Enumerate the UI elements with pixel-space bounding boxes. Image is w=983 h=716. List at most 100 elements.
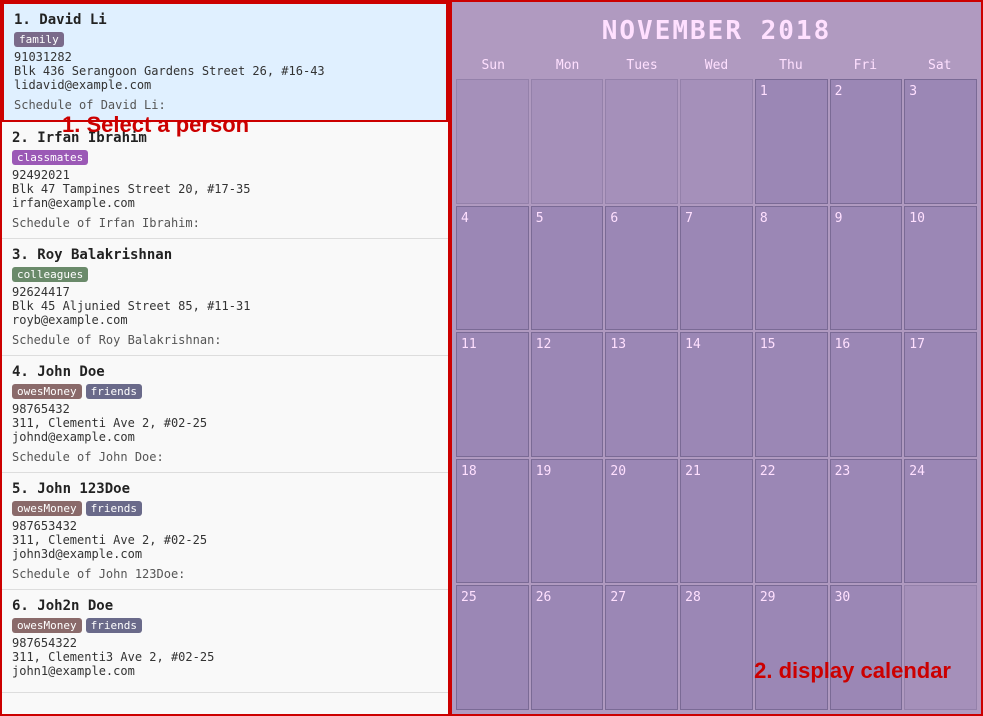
- calendar-day-9[interactable]: 9: [830, 206, 903, 331]
- calendar-day-21[interactable]: 21: [680, 459, 753, 584]
- contact-block-4[interactable]: 4. John Doe owesMoney friends 98765432311, …: [2, 356, 448, 473]
- contact-address-5: 311, Clementi Ave 2, #02-25: [12, 533, 438, 547]
- calendar-day-22[interactable]: 22: [755, 459, 828, 584]
- calendar-day-30[interactable]: 30: [830, 585, 903, 710]
- calendar-day-4[interactable]: 4: [456, 206, 529, 331]
- calendar-day-6[interactable]: 6: [605, 206, 678, 331]
- contact-block-2[interactable]: 2. Irfan Ibrahim classmates 92492021Blk 47…: [2, 122, 448, 239]
- calendar-day-27[interactable]: 27: [605, 585, 678, 710]
- contact-block-3[interactable]: 3. Roy Balakrishnan colleagues 92624417Blk…: [2, 239, 448, 356]
- contact-name-3: 3. Roy Balakrishnan: [12, 247, 438, 263]
- contact-email-2: irfan@example.com: [12, 196, 438, 210]
- calendar-day-13[interactable]: 13: [605, 332, 678, 457]
- contact-tags-3: colleagues: [12, 267, 438, 282]
- contact-email-6: john1@example.com: [12, 664, 438, 678]
- contact-email-3: royb@example.com: [12, 313, 438, 327]
- calendar-day-3[interactable]: 3: [904, 79, 977, 204]
- schedule-label-2: Schedule of Irfan Ibrahim:: [12, 216, 438, 230]
- contact-name-6: 6. Joh2n Doe: [12, 598, 438, 614]
- contact-phone-3: 92624417: [12, 285, 438, 299]
- contact-phone-4: 98765432: [12, 402, 438, 416]
- tag-family[interactable]: family: [14, 32, 64, 47]
- calendar-grid: SunMonTuesWedThuFriSat 12345678910111213…: [452, 54, 981, 714]
- weekday-Thu: Thu: [754, 54, 828, 77]
- contact-name-2: 2. Irfan Ibrahim: [12, 130, 438, 146]
- calendar-week-3: 11121314151617: [456, 332, 977, 457]
- contact-tags-1: family: [14, 32, 436, 47]
- schedule-label-5: Schedule of John 123Doe:: [12, 567, 438, 581]
- calendar-title: NOVEMBER 2018: [452, 2, 981, 54]
- calendar-day-25[interactable]: 25: [456, 585, 529, 710]
- tag-friends[interactable]: friends: [86, 501, 142, 516]
- calendar-day-11[interactable]: 11: [456, 332, 529, 457]
- tag-colleagues[interactable]: colleagues: [12, 267, 88, 282]
- calendar-day-29[interactable]: 29: [755, 585, 828, 710]
- calendar-day-19[interactable]: 19: [531, 459, 604, 584]
- weekdays-row: SunMonTuesWedThuFriSat: [456, 54, 977, 77]
- contact-phone-1: 91031282: [14, 50, 436, 64]
- schedule-label-3: Schedule of Roy Balakrishnan:: [12, 333, 438, 347]
- calendar-day-18[interactable]: 18: [456, 459, 529, 584]
- calendar-day-7[interactable]: 7: [680, 206, 753, 331]
- calendar-day-14[interactable]: 14: [680, 332, 753, 457]
- calendar-day-23[interactable]: 23: [830, 459, 903, 584]
- calendar-empty-0-1: [531, 79, 604, 204]
- calendar-day-20[interactable]: 20: [605, 459, 678, 584]
- contact-name-5: 5. John 123Doe: [12, 481, 438, 497]
- contact-tags-5: owesMoney friends: [12, 501, 438, 516]
- weekday-Sat: Sat: [903, 54, 977, 77]
- weekday-Wed: Wed: [679, 54, 753, 77]
- contact-email-5: john3d@example.com: [12, 547, 438, 561]
- calendar-day-24[interactable]: 24: [904, 459, 977, 584]
- contact-tags-2: classmates: [12, 150, 438, 165]
- calendar-day-2[interactable]: 2: [830, 79, 903, 204]
- contact-block-1[interactable]: 1. David Li family 91031282Blk 436 Serango…: [2, 2, 448, 122]
- calendar-day-26[interactable]: 26: [531, 585, 604, 710]
- weekday-Fri: Fri: [828, 54, 902, 77]
- contact-address-6: 311, Clementi3 Ave 2, #02-25: [12, 650, 438, 664]
- calendar-day-5[interactable]: 5: [531, 206, 604, 331]
- contact-block-5[interactable]: 5. John 123Doe owesMoney friends 9876534323…: [2, 473, 448, 590]
- contact-phone-5: 987653432: [12, 519, 438, 533]
- calendar-empty-0-3: [680, 79, 753, 204]
- tag-owesMoney[interactable]: owesMoney: [12, 618, 82, 633]
- tag-classmates[interactable]: classmates: [12, 150, 88, 165]
- contact-tags-6: owesMoney friends: [12, 618, 438, 633]
- schedule-label-4: Schedule of John Doe:: [12, 450, 438, 464]
- contacts-panel[interactable]: 1. David Li family 91031282Blk 436 Serango…: [0, 0, 450, 716]
- tag-owesMoney[interactable]: owesMoney: [12, 384, 82, 399]
- calendar-day-12[interactable]: 12: [531, 332, 604, 457]
- contact-email-1: lidavid@example.com: [14, 78, 436, 92]
- contact-address-2: Blk 47 Tampines Street 20, #17-35: [12, 182, 438, 196]
- contact-phone-6: 987654322: [12, 636, 438, 650]
- calendar-empty-4-6: [904, 585, 977, 710]
- contact-block-6[interactable]: 6. Joh2n Doe owesMoney friends 987654322311…: [2, 590, 448, 693]
- contact-address-4: 311, Clementi Ave 2, #02-25: [12, 416, 438, 430]
- calendar-week-4: 18192021222324: [456, 459, 977, 584]
- tag-friends[interactable]: friends: [86, 618, 142, 633]
- calendar-day-1[interactable]: 1: [755, 79, 828, 204]
- weekday-Tues: Tues: [605, 54, 679, 77]
- contact-email-4: johnd@example.com: [12, 430, 438, 444]
- calendar-day-10[interactable]: 10: [904, 206, 977, 331]
- calendar-weeks: 1234567891011121314151617181920212223242…: [456, 79, 977, 710]
- calendar-day-8[interactable]: 8: [755, 206, 828, 331]
- calendar-day-15[interactable]: 15: [755, 332, 828, 457]
- contact-address-3: Blk 45 Aljunied Street 85, #11-31: [12, 299, 438, 313]
- contact-phone-2: 92492021: [12, 168, 438, 182]
- contact-name-4: 4. John Doe: [12, 364, 438, 380]
- calendar-week-1: 123: [456, 79, 977, 204]
- tag-friends[interactable]: friends: [86, 384, 142, 399]
- contact-name-1: 1. David Li: [14, 12, 436, 28]
- calendar-day-17[interactable]: 17: [904, 332, 977, 457]
- calendar-empty-0-0: [456, 79, 529, 204]
- calendar-empty-0-2: [605, 79, 678, 204]
- contact-tags-4: owesMoney friends: [12, 384, 438, 399]
- calendar-panel: NOVEMBER 2018 SunMonTuesWedThuFriSat 123…: [450, 0, 983, 716]
- tag-owesMoney[interactable]: owesMoney: [12, 501, 82, 516]
- calendar-day-28[interactable]: 28: [680, 585, 753, 710]
- calendar-day-16[interactable]: 16: [830, 332, 903, 457]
- calendar-week-2: 45678910: [456, 206, 977, 331]
- contact-address-1: Blk 436 Serangoon Gardens Street 26, #16…: [14, 64, 436, 78]
- weekday-Sun: Sun: [456, 54, 530, 77]
